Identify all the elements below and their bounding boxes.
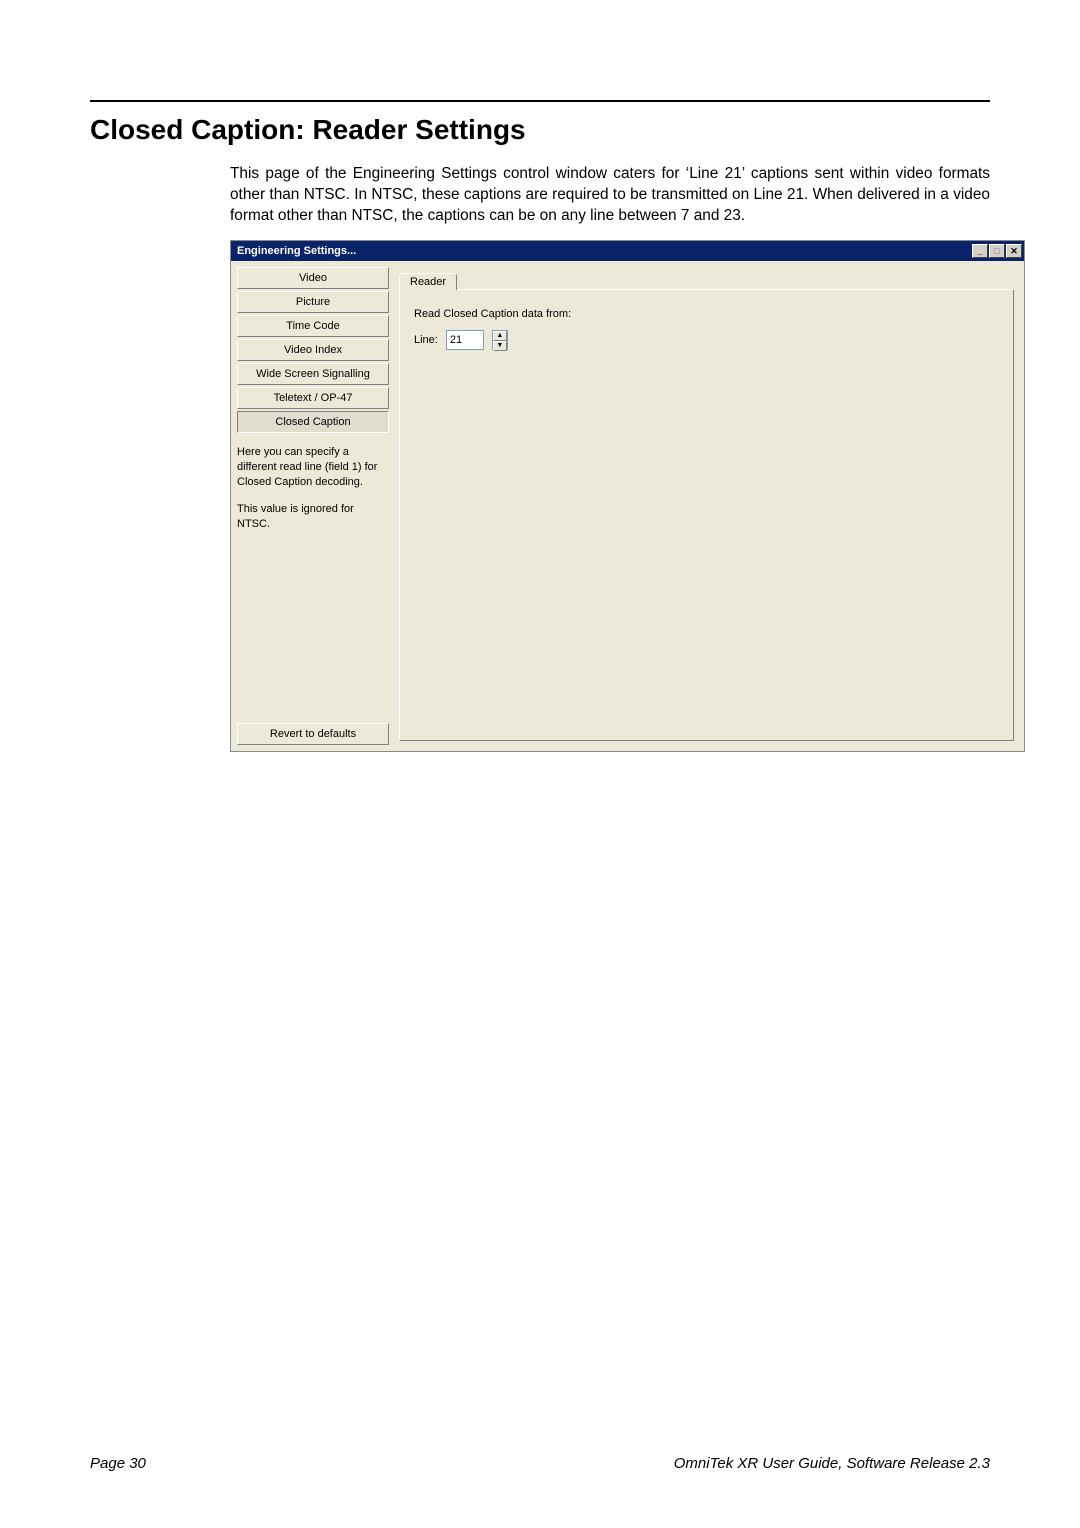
top-rule [90, 100, 990, 102]
dialog-titlebar: Engineering Settings... _ □ ✕ [231, 241, 1024, 261]
read-caption-label: Read Closed Caption data from: [414, 308, 999, 320]
window-controls: _ □ ✕ [972, 244, 1022, 258]
tab-reader[interactable]: Reader [399, 273, 457, 290]
spin-down-button[interactable]: ▼ [493, 341, 507, 351]
sidebar-item-closedcaption[interactable]: Closed Caption [237, 411, 389, 433]
sidebar-item-teletext[interactable]: Teletext / OP-47 [237, 387, 389, 409]
line-spinner: ▲ ▼ [492, 330, 508, 350]
revert-to-defaults-button[interactable]: Revert to defaults [237, 723, 389, 745]
minimize-button[interactable]: _ [972, 244, 988, 258]
page-heading: Closed Caption: Reader Settings [90, 114, 990, 146]
intro-paragraph: This page of the Engineering Settings co… [230, 164, 990, 226]
engineering-settings-dialog: Engineering Settings... _ □ ✕ Video Pict… [230, 240, 1025, 752]
spin-up-button[interactable]: ▲ [493, 331, 507, 341]
footer-page-number: Page 30 [90, 1455, 146, 1472]
footer-guide-title: OmniTek XR User Guide, Software Release … [674, 1455, 990, 1472]
page-footer: Page 30 OmniTek XR User Guide, Software … [90, 1455, 990, 1472]
maximize-button: □ [989, 244, 1005, 258]
close-button[interactable]: ✕ [1006, 244, 1022, 258]
sidebar-hint-1: Here you can specify a different read li… [237, 445, 389, 490]
sidebar-item-videoindex[interactable]: Video Index [237, 339, 389, 361]
sidebar-item-picture[interactable]: Picture [237, 291, 389, 313]
sidebar-hint-2: This value is ignored for NTSC. [237, 502, 389, 532]
sidebar: Video Picture Time Code Video Index Wide… [237, 267, 395, 745]
dialog-content: Reader Read Closed Caption data from: Li… [395, 267, 1018, 745]
sidebar-item-widescreen[interactable]: Wide Screen Signalling [237, 363, 389, 385]
sidebar-item-video[interactable]: Video [237, 267, 389, 289]
line-label: Line: [414, 334, 438, 346]
dialog-title: Engineering Settings... [237, 245, 356, 257]
line-input[interactable] [446, 330, 484, 350]
sidebar-item-timecode[interactable]: Time Code [237, 315, 389, 337]
tab-panel-reader: Read Closed Caption data from: Line: ▲ ▼ [399, 289, 1014, 741]
